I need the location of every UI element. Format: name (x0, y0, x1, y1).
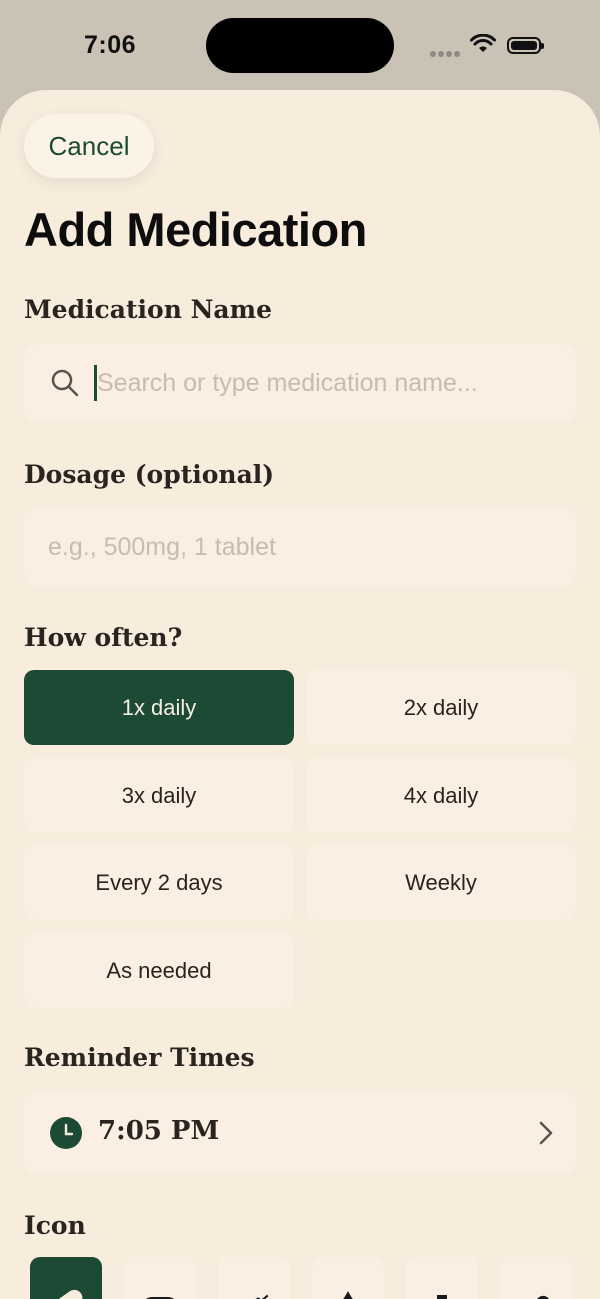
icon-option-drop[interactable] (312, 1257, 384, 1299)
icon-option-medicine-bottle[interactable] (406, 1257, 478, 1299)
wifi-icon (470, 34, 496, 52)
dynamic-island (206, 18, 394, 73)
cancel-button[interactable]: Cancel (24, 114, 154, 178)
drop-icon (343, 1291, 353, 1299)
medicine-bottle-icon (437, 1295, 447, 1299)
reminder-time-value: 7:05 PM (98, 1116, 220, 1146)
icon-label: Icon (24, 1211, 86, 1240)
frequency-option-4x-daily[interactable]: 4x daily (306, 758, 576, 833)
dosage-placeholder: e.g., 500mg, 1 tablet (48, 532, 276, 561)
how-often-label: How often? (24, 623, 183, 652)
search-icon (51, 369, 79, 397)
frequency-option-2x-daily[interactable]: 2x daily (306, 670, 576, 745)
dosage-label: Dosage (optional) (24, 460, 275, 489)
chevron-right-icon (539, 1121, 553, 1145)
page-title: Add Medication (24, 203, 367, 256)
reminder-time-row[interactable]: 7:05 PM (24, 1092, 576, 1174)
medication-name-label: Medication Name (24, 295, 272, 324)
battery-icon (507, 37, 544, 54)
clock-icon (50, 1117, 82, 1149)
status-time: 7:06 (84, 31, 137, 59)
frequency-option-every-2-days[interactable]: Every 2 days (24, 845, 294, 920)
reminder-times-label: Reminder Times (24, 1043, 255, 1072)
add-medication-sheet: Cancel Add Medication Medication Name Se… (0, 90, 600, 1299)
icon-option-bandage[interactable] (500, 1257, 572, 1299)
status-bar: 7:06 (0, 0, 600, 92)
bandage-icon (523, 1295, 551, 1299)
frequency-option-1x-daily[interactable]: 1x daily (24, 670, 294, 745)
frequency-option-3x-daily[interactable]: 3x daily (24, 758, 294, 833)
icon-option-syringe[interactable] (218, 1257, 290, 1299)
icon-option-pill[interactable] (30, 1257, 102, 1299)
medication-search-input[interactable]: Search or type medication name... (24, 344, 576, 422)
syringe-icon (242, 1294, 269, 1299)
frequency-option-weekly[interactable]: Weekly (306, 845, 576, 920)
medication-search-placeholder: Search or type medication name... (97, 368, 478, 397)
dosage-input[interactable]: e.g., 500mg, 1 tablet (24, 508, 576, 586)
cellular-signal-icon (430, 44, 462, 62)
icon-option-capsule[interactable] (124, 1257, 196, 1299)
capsule-icon (146, 1297, 174, 1299)
pill-icon (51, 1289, 83, 1299)
frequency-option-as-needed[interactable]: As needed (24, 933, 294, 1008)
